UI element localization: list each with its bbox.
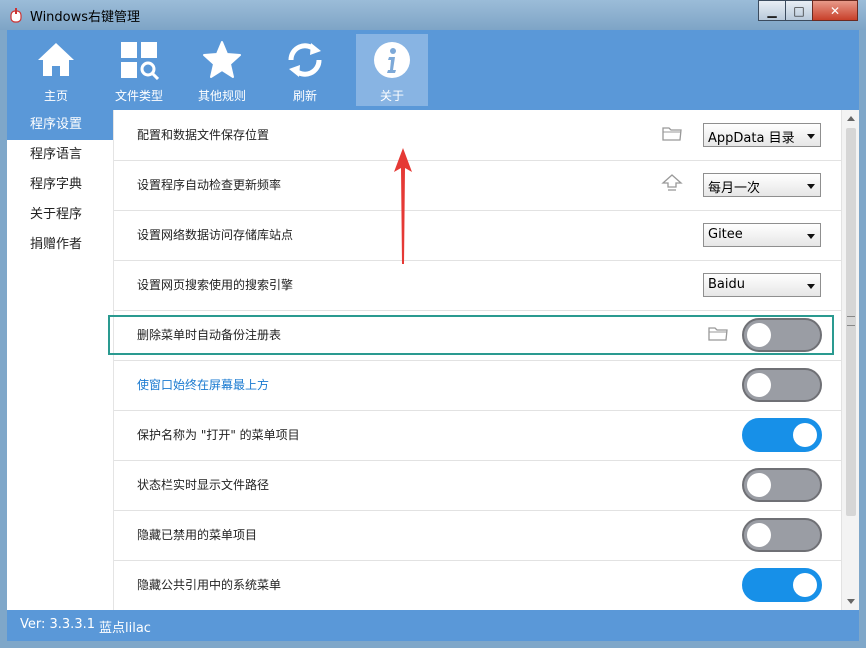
info-icon bbox=[374, 42, 410, 78]
select-value: Baidu bbox=[708, 277, 745, 292]
folder-icon[interactable] bbox=[661, 123, 683, 143]
version-text: Ver: 3.3.3.1 bbox=[20, 617, 95, 632]
setting-row-search-engine: 设置网页搜索使用的搜索引擎 Baidu bbox=[114, 260, 842, 311]
sidebar: 程序设置 程序语言 程序字典 关于程序 捐赠作者 bbox=[7, 110, 113, 610]
select-value: AppData 目录 bbox=[708, 131, 795, 146]
setting-row-config-location: 配置和数据文件保存位置 AppData 目录 bbox=[114, 110, 842, 161]
client-area: 主页 文件类型 其他规则 刷新 关于 程序设置 程序语言 程序字典 关于程序 捐… bbox=[7, 30, 859, 641]
grip-icon bbox=[847, 316, 855, 326]
window-title: Windows右键管理 bbox=[30, 10, 141, 25]
home-icon bbox=[38, 43, 74, 76]
toggle-knob bbox=[747, 523, 771, 547]
lightbulb-icon[interactable] bbox=[661, 173, 683, 193]
setting-label: 设置程序自动检查更新频率 bbox=[137, 178, 282, 192]
setting-label: 配置和数据文件保存位置 bbox=[137, 128, 270, 142]
setting-label: 隐藏已禁用的菜单项目 bbox=[137, 528, 258, 542]
toolbar-item-about[interactable]: 关于 bbox=[356, 34, 428, 106]
refresh-icon bbox=[288, 43, 322, 77]
minimize-button[interactable]: ▁ bbox=[758, 0, 786, 21]
chevron-down-icon bbox=[807, 234, 815, 239]
update-frequency-select[interactable]: 每月一次 bbox=[703, 173, 821, 197]
toggle-knob bbox=[793, 573, 817, 597]
setting-label: 设置网络数据访问存储库站点 bbox=[137, 228, 294, 242]
toolbar-label: 文件类型 bbox=[114, 89, 163, 103]
setting-label: 保护名称为 "打开" 的菜单项目 bbox=[137, 428, 300, 442]
sidebar-item-program-settings[interactable]: 程序设置 bbox=[7, 110, 113, 140]
setting-label: 状态栏实时显示文件路径 bbox=[137, 478, 270, 492]
toggle-knob bbox=[747, 323, 771, 347]
sidebar-item-language[interactable]: 程序语言 bbox=[7, 140, 113, 170]
title-bar[interactable]: Windows右键管理 ▁ □ ✕ bbox=[0, 0, 866, 30]
config-location-select[interactable]: AppData 目录 bbox=[703, 123, 821, 147]
author-text: 蓝点lilac bbox=[99, 621, 151, 636]
setting-label-link[interactable]: 使窗口始终在屏幕最上方 bbox=[137, 376, 269, 393]
chevron-down-icon bbox=[807, 134, 815, 139]
toolbar-item-refresh[interactable]: 刷新 bbox=[269, 34, 341, 106]
show-file-path-toggle[interactable] bbox=[742, 468, 822, 502]
toggle-knob bbox=[793, 423, 817, 447]
sidebar-item-dictionary[interactable]: 程序字典 bbox=[7, 170, 113, 200]
app-window: Windows右键管理 ▁ □ ✕ 主页 文件类型 其他规则 刷新 关于 程序设… bbox=[0, 0, 866, 648]
toolbar-label: 关于 bbox=[379, 89, 404, 103]
minimize-icon: ▁ bbox=[767, 3, 777, 18]
toolbar-label: 刷新 bbox=[292, 89, 317, 103]
maximize-icon: □ bbox=[793, 3, 805, 18]
search-engine-select[interactable]: Baidu bbox=[703, 273, 821, 297]
always-on-top-toggle[interactable] bbox=[742, 368, 822, 402]
setting-row-update-frequency: 设置程序自动检查更新频率 每月一次 bbox=[114, 160, 842, 211]
settings-list: 配置和数据文件保存位置 AppData 目录 设置程序自动检查更新频率 每月一次… bbox=[108, 110, 842, 610]
setting-row-hide-disabled: 隐藏已禁用的菜单项目 bbox=[114, 510, 842, 561]
setting-label: 设置网页搜索使用的搜索引擎 bbox=[137, 278, 294, 292]
scroll-up-icon[interactable] bbox=[847, 116, 855, 121]
toggle-knob bbox=[747, 473, 771, 497]
status-bar: Ver: 3.3.3.1 蓝点lilac bbox=[7, 610, 859, 641]
select-value: 每月一次 bbox=[708, 181, 761, 196]
file-types-icon bbox=[121, 42, 159, 80]
toggle-knob bbox=[747, 373, 771, 397]
repo-site-select[interactable]: Gitee bbox=[703, 223, 821, 247]
setting-row-backup-registry: 删除菜单时自动备份注册表 bbox=[108, 310, 842, 361]
sidebar-item-donate[interactable]: 捐赠作者 bbox=[7, 230, 113, 260]
setting-label: 隐藏公共引用中的系统菜单 bbox=[137, 578, 282, 592]
close-icon: ✕ bbox=[829, 3, 841, 18]
vertical-scrollbar[interactable] bbox=[841, 110, 859, 610]
setting-row-always-on-top: 使窗口始终在屏幕最上方 bbox=[114, 360, 842, 411]
scroll-down-icon[interactable] bbox=[847, 599, 855, 604]
folder-icon[interactable] bbox=[707, 323, 729, 343]
toolbar-label: 其他规则 bbox=[197, 89, 246, 103]
backup-registry-toggle[interactable] bbox=[742, 318, 822, 352]
toolbar: 主页 文件类型 其他规则 刷新 关于 bbox=[7, 30, 859, 110]
hide-system-menu-toggle[interactable] bbox=[742, 568, 822, 602]
toolbar-item-home[interactable]: 主页 bbox=[20, 34, 92, 106]
toolbar-label: 主页 bbox=[43, 89, 68, 103]
app-icon bbox=[10, 8, 22, 23]
setting-row-show-file-path: 状态栏实时显示文件路径 bbox=[114, 460, 842, 511]
sidebar-item-about-program[interactable]: 关于程序 bbox=[7, 200, 113, 230]
close-button[interactable]: ✕ bbox=[812, 0, 858, 21]
select-value: Gitee bbox=[708, 227, 743, 242]
protect-open-toggle[interactable] bbox=[742, 418, 822, 452]
chevron-down-icon bbox=[807, 184, 815, 189]
toolbar-item-file-types[interactable]: 文件类型 bbox=[103, 34, 175, 106]
toolbar-item-other-rules[interactable]: 其他规则 bbox=[186, 34, 258, 106]
setting-row-repo-site: 设置网络数据访问存储库站点 Gitee bbox=[114, 210, 842, 261]
setting-row-protect-open: 保护名称为 "打开" 的菜单项目 bbox=[114, 410, 842, 461]
setting-row-hide-system-menu: 隐藏公共引用中的系统菜单 bbox=[114, 560, 842, 610]
setting-label: 删除菜单时自动备份注册表 bbox=[137, 328, 282, 342]
annotation-arrow-icon bbox=[394, 148, 412, 264]
hide-disabled-toggle[interactable] bbox=[742, 518, 822, 552]
star-icon bbox=[203, 41, 241, 78]
maximize-button[interactable]: □ bbox=[785, 0, 813, 21]
chevron-down-icon bbox=[807, 284, 815, 289]
